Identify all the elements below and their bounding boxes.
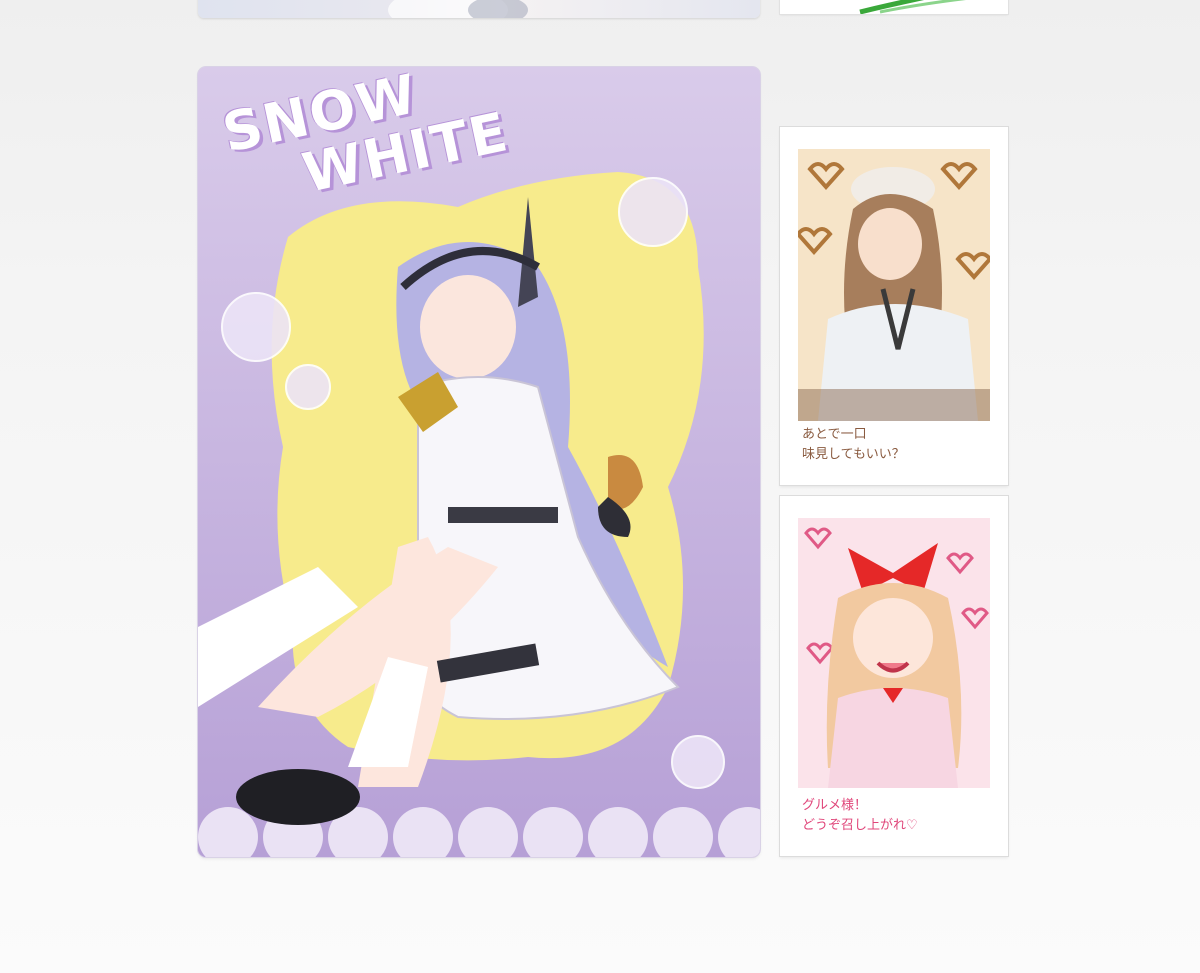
cropped-photo-card-top bbox=[780, 0, 1008, 14]
cropped-clear-file-top bbox=[198, 0, 760, 18]
photo-card-ribbon: グルメ様！ どうぞ召し上がれ♡ bbox=[780, 496, 1008, 856]
photo-card-caption: あとで一口 味見してもいい？ bbox=[802, 427, 905, 462]
photo-card-art bbox=[798, 518, 990, 788]
photo-card-art bbox=[798, 149, 990, 421]
photo-card-cafe: あとで一口 味見してもいい？ bbox=[780, 127, 1008, 485]
product-photo: SNOW WHITE あとで一口 味見してもいい？ グルメ様！ どうぞ召し上がれ… bbox=[0, 0, 1200, 973]
photo-card-caption: グルメ様！ どうぞ召し上がれ♡ bbox=[802, 798, 918, 833]
clear-file-snow-white: SNOW WHITE bbox=[198, 67, 760, 857]
